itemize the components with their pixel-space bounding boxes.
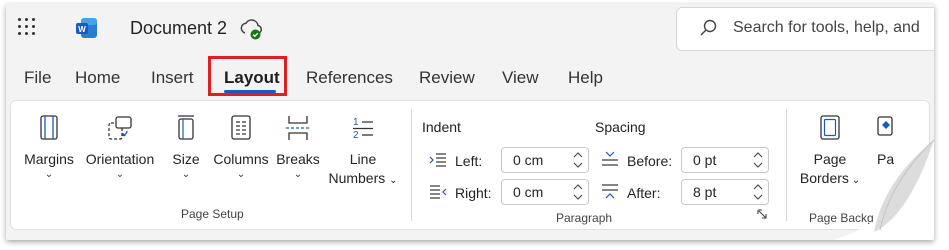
indent-right-icon xyxy=(430,185,447,199)
chevron-down-icon: ⌄ xyxy=(44,169,54,180)
size-button[interactable]: Size ⌄ xyxy=(166,115,206,180)
columns-icon xyxy=(231,115,251,140)
paragraph-group-label: Paragraph xyxy=(556,211,613,225)
svg-text:1: 1 xyxy=(353,117,359,128)
chevron-down-icon: ⌄ xyxy=(293,169,303,180)
tab-insert[interactable]: Insert xyxy=(151,68,194,88)
line-numbers-icon: 1 2 xyxy=(353,117,373,141)
tab-references[interactable]: References xyxy=(306,68,393,88)
search-placeholder: Search for tools, help, and xyxy=(733,19,920,36)
cloud-saved-icon[interactable] xyxy=(238,16,264,42)
breaks-label: Breaks xyxy=(276,151,320,167)
tab-file[interactable]: File xyxy=(24,68,51,88)
page-size-icon xyxy=(178,115,194,140)
margins-button[interactable]: Margins ⌄ xyxy=(21,115,77,180)
tab-help[interactable]: Help xyxy=(568,68,603,88)
chevron-down-icon: ⌄ xyxy=(115,169,125,180)
line-numbers-button[interactable]: 1 2 Line Numbers ⌄ xyxy=(325,115,401,186)
indent-header: Indent xyxy=(422,119,461,135)
spacing-before-icon xyxy=(602,151,618,166)
page-setup-group-label: Page Setup xyxy=(181,207,244,221)
columns-label: Columns xyxy=(213,151,269,167)
spinner-arrows-icon[interactable] xyxy=(753,149,763,171)
spacing-after-icon xyxy=(602,184,618,199)
page-curl-decoration xyxy=(834,139,934,240)
tab-review[interactable]: Review xyxy=(419,68,475,88)
spacing-after-field[interactable]: 8 pt xyxy=(681,179,769,205)
spacing-before-label: Before: xyxy=(627,153,673,169)
word-logo-icon: W xyxy=(76,18,97,38)
spacing-before-field[interactable]: 0 pt xyxy=(681,147,769,173)
spacing-after-value: 8 pt xyxy=(693,184,717,200)
indent-right-field[interactable]: 0 cm xyxy=(501,179,589,205)
indent-left-icon xyxy=(429,153,446,167)
app-window: W Document 2 Search for tools, help, and… xyxy=(6,4,934,240)
orientation-icon xyxy=(108,116,132,140)
group-divider xyxy=(786,109,787,221)
orientation-label: Orientation xyxy=(85,151,155,167)
group-divider xyxy=(411,109,412,221)
dialog-launcher-icon[interactable] xyxy=(757,209,767,219)
spinner-arrows-icon[interactable] xyxy=(753,181,763,203)
search-icon xyxy=(700,19,717,36)
spacing-before-value: 0 pt xyxy=(693,152,717,168)
app-launcher-icon[interactable] xyxy=(18,18,36,36)
chevron-down-icon: ⌄ xyxy=(236,169,246,180)
chevron-down-icon: ⌄ xyxy=(181,169,191,180)
title-bar: W Document 2 Search for tools, help, and xyxy=(6,4,934,54)
svg-text:W: W xyxy=(78,25,86,34)
spinner-arrows-icon[interactable] xyxy=(573,181,583,203)
spinner-arrows-icon[interactable] xyxy=(573,149,583,171)
indent-left-field[interactable]: 0 cm xyxy=(501,147,589,173)
indent-right-label: Right: xyxy=(455,185,492,201)
indent-right-value: 0 cm xyxy=(513,184,544,200)
spacing-header: Spacing xyxy=(595,119,646,135)
columns-button[interactable]: Columns ⌄ xyxy=(211,115,271,180)
line-numbers-label-1: Line xyxy=(349,151,377,167)
document-title[interactable]: Document 2 xyxy=(130,18,227,39)
margins-icon xyxy=(40,115,58,140)
margins-label: Margins xyxy=(24,151,74,167)
spacing-after-label: After: xyxy=(627,185,661,201)
size-label: Size xyxy=(172,151,200,167)
ribbon-tabs: File Home Insert Layout References Revie… xyxy=(6,62,934,98)
breaks-button[interactable]: Breaks ⌄ xyxy=(273,115,323,180)
indent-left-value: 0 cm xyxy=(513,152,544,168)
svg-text:2: 2 xyxy=(353,130,359,141)
indent-left-label: Left: xyxy=(455,153,483,169)
search-box[interactable]: Search for tools, help, and xyxy=(676,7,934,51)
page-break-icon xyxy=(286,116,310,140)
tab-home[interactable]: Home xyxy=(75,68,120,88)
line-numbers-label-2: Numbers ⌄ xyxy=(328,170,398,186)
ribbon-panel: Margins ⌄ Orientation ⌄ Size ⌄ Columns ⌄… xyxy=(10,100,930,230)
layout-tab-highlight-box xyxy=(208,56,287,96)
orientation-button[interactable]: Orientation ⌄ xyxy=(81,115,159,180)
tab-view[interactable]: View xyxy=(502,68,539,88)
